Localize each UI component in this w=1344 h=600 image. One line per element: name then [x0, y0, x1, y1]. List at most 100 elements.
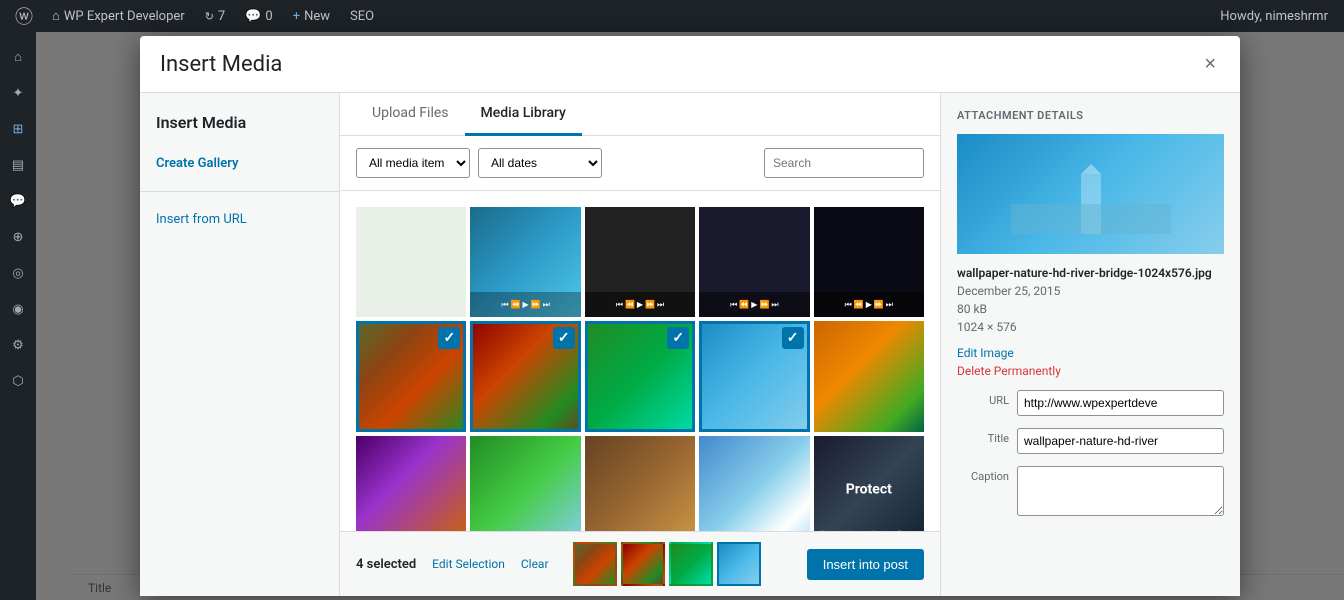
sidebar-icon-pages[interactable]: ▤	[0, 148, 36, 182]
sidebar-icon-settings[interactable]: ⬡	[0, 364, 36, 398]
media-item[interactable]	[699, 436, 809, 531]
comments-icon: 💬	[245, 9, 261, 24]
check-overlay	[585, 436, 695, 531]
media-item[interactable]	[356, 436, 466, 531]
create-gallery-link[interactable]: Create Gallery	[140, 148, 339, 179]
media-grid: ⏮ ⏪ ▶ ⏩ ⏭ ⏮ ⏪ ▶ ⏩ ⏭	[356, 207, 924, 531]
attachment-details-title: ATTACHMENT DETAILS	[957, 109, 1224, 122]
modal-close-button[interactable]: ×	[1200, 50, 1220, 78]
edit-image-link[interactable]: Edit Image	[957, 346, 1224, 360]
insert-media-modal: Insert Media × Insert Media Create Galle…	[140, 36, 1240, 596]
seo-label: SEO	[350, 9, 374, 24]
admin-bar-new[interactable]: + New	[285, 0, 338, 32]
insert-into-post-button[interactable]: Insert into post	[807, 549, 924, 580]
wp-logo[interactable]: ⓦ	[8, 0, 40, 32]
media-search-input[interactable]	[764, 148, 924, 178]
caption-textarea[interactable]	[1017, 466, 1224, 516]
check-overlay	[814, 436, 924, 531]
site-name: WP Expert Developer	[64, 9, 185, 24]
media-item[interactable]: ⏮ ⏪ ▶ ⏩ ⏭	[699, 207, 809, 317]
modal-sidebar-heading: Insert Media	[140, 113, 339, 148]
footer-thumb-3[interactable]	[669, 542, 713, 586]
check-overlay	[356, 207, 466, 317]
check-overlay	[814, 207, 924, 317]
admin-bar-home[interactable]: ⌂ WP Expert Developer	[44, 0, 193, 32]
footer-thumb-4[interactable]	[717, 542, 761, 586]
updates-icon: ↻	[205, 10, 214, 23]
media-item-primary[interactable]: ✓	[699, 321, 809, 431]
admin-bar-comments[interactable]: 💬 0	[237, 0, 281, 32]
tab-media-library[interactable]: Media Library	[465, 93, 582, 136]
sidebar-icon-users[interactable]: ◉	[0, 292, 36, 326]
attachment-details-panel: ATTACHMENT DETAILS	[940, 93, 1240, 596]
check-overlay	[470, 207, 580, 317]
user-greeting: Howdy, nimeshrmr	[1220, 9, 1328, 24]
modal-footer: 4 selected Edit Selection Clear Insert i…	[340, 531, 940, 596]
check-overlay	[356, 436, 466, 531]
footer-thumb-1[interactable]	[573, 542, 617, 586]
wp-logo-icon: ⓦ	[15, 3, 33, 29]
admin-bar-updates[interactable]: ↻ 7	[197, 0, 234, 32]
media-item[interactable]: ✓	[356, 321, 466, 431]
check-overlay	[585, 207, 695, 317]
main-content: Insert Media × Insert Media Create Galle…	[36, 32, 1344, 600]
admin-bar-seo[interactable]: SEO	[342, 0, 382, 32]
edit-selection-link[interactable]: Edit Selection	[432, 557, 505, 571]
media-item[interactable]: ⏮ ⏪ ▶ ⏩ ⏭	[470, 207, 580, 317]
attachment-dimensions: 1024 × 576	[957, 320, 1224, 334]
sidebar-icon-media[interactable]: ⊞	[0, 112, 36, 146]
comments-count: 0	[265, 9, 272, 24]
home-icon: ⌂	[52, 8, 60, 24]
check-badge: ✓	[782, 327, 804, 349]
modal-body: Insert Media Create Gallery Insert from …	[140, 93, 1240, 596]
sidebar-icon-appearance[interactable]: ⊕	[0, 220, 36, 254]
footer-thumbs	[573, 542, 761, 586]
caption-label: Caption	[957, 466, 1009, 483]
media-filters: All media item Images Audio Video All da…	[340, 136, 940, 191]
sidebar-icon-comments[interactable]: 💬	[0, 184, 36, 218]
media-item[interactable]	[470, 436, 580, 531]
modal-left-sidebar: Insert Media Create Gallery Insert from …	[140, 93, 340, 596]
media-grid-container[interactable]: ⏮ ⏪ ▶ ⏩ ⏭ ⏮ ⏪ ▶ ⏩ ⏭	[340, 191, 940, 531]
url-input[interactable]	[1017, 390, 1224, 416]
modal-title: Insert Media	[160, 52, 282, 77]
plus-icon: +	[293, 9, 300, 24]
media-item[interactable]	[585, 436, 695, 531]
title-field: Title	[957, 428, 1224, 454]
modal-header: Insert Media ×	[140, 36, 1240, 93]
media-item[interactable]: ✓	[470, 321, 580, 431]
title-label: Title	[957, 428, 1009, 445]
media-type-filter[interactable]: All media item Images Audio Video	[356, 148, 470, 178]
media-item[interactable]	[814, 321, 924, 431]
sidebar-icon-plugins[interactable]: ◎	[0, 256, 36, 290]
selected-count: 4 selected	[356, 557, 416, 572]
media-item[interactable]: ⏮ ⏪ ▶ ⏩ ⏭	[814, 207, 924, 317]
url-field: URL	[957, 390, 1224, 416]
attachment-size: 80 kB	[957, 302, 1224, 316]
insert-from-url-link[interactable]: Insert from URL	[140, 204, 339, 235]
admin-sidebar: ⌂ ✦ ⊞ ▤ 💬 ⊕ ◎ ◉ ⚙ ⬡	[0, 32, 36, 600]
media-item[interactable]	[356, 207, 466, 317]
media-item[interactable]: ⏮ ⏪ ▶ ⏩ ⏭	[585, 207, 695, 317]
check-badge: ✓	[438, 327, 460, 349]
title-input[interactable]	[1017, 428, 1224, 454]
date-filter[interactable]: All dates January 2016 December 2015	[478, 148, 602, 178]
footer-thumb-2[interactable]	[621, 542, 665, 586]
check-overlay	[470, 436, 580, 531]
attachment-filename: wallpaper-nature-hd-river-bridge-1024x57…	[957, 266, 1224, 280]
media-item[interactable]: ✓	[585, 321, 695, 431]
page-layout: ⌂ ✦ ⊞ ▤ 💬 ⊕ ◎ ◉ ⚙ ⬡ Insert Media ×	[0, 32, 1344, 600]
admin-bar-user[interactable]: Howdy, nimeshrmr	[1212, 0, 1336, 32]
media-item[interactable]: Protect Pages · Menus · Custom Post...	[814, 436, 924, 531]
delete-permanently-link[interactable]: Delete Permanently	[957, 364, 1224, 378]
clear-selection-link[interactable]: Clear	[521, 557, 549, 571]
check-overlay	[699, 436, 809, 531]
sidebar-icon-posts[interactable]: ✦	[0, 76, 36, 110]
sidebar-icon-dashboard[interactable]: ⌂	[0, 40, 36, 74]
modal-overlay: Insert Media × Insert Media Create Galle…	[36, 32, 1344, 600]
tab-upload-files[interactable]: Upload Files	[356, 93, 465, 136]
new-label: New	[304, 9, 330, 24]
sidebar-icon-tools[interactable]: ⚙	[0, 328, 36, 362]
check-overlay	[814, 321, 924, 431]
media-tabs: Upload Files Media Library	[340, 93, 940, 136]
